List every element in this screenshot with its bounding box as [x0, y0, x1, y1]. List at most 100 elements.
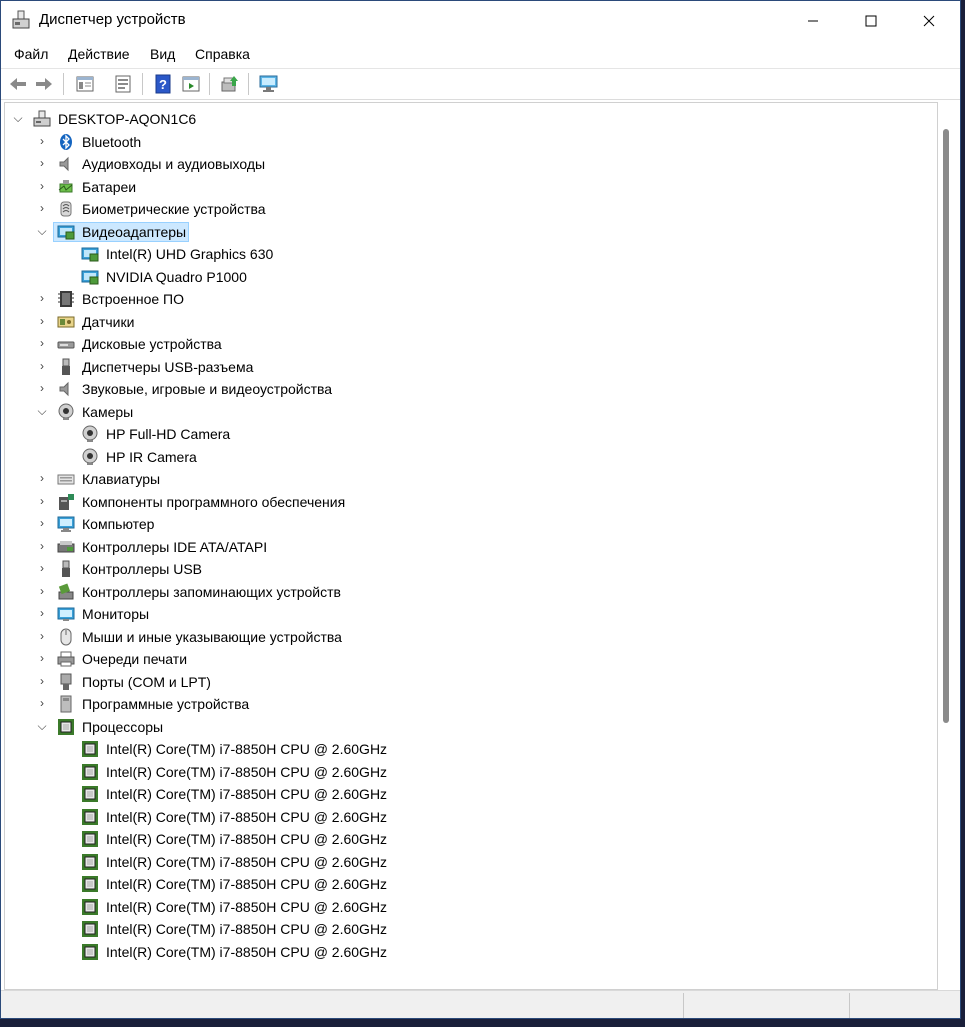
close-button[interactable]	[900, 1, 958, 40]
tree-item-label: Звуковые, игровые и видеоустройства	[82, 381, 333, 397]
tree-category[interactable]: › Очереди печати	[5, 648, 905, 670]
tree-root[interactable]: ⌵ DESKTOP-AQON1C6	[5, 108, 905, 130]
tree-category[interactable]: ⌵ Процессоры	[5, 716, 905, 738]
chevron-down-icon[interactable]: ⌵	[36, 404, 48, 418]
tree-device[interactable]: Intel(R) Core(TM) i7-8850H CPU @ 2.60GHz	[5, 941, 905, 963]
tree-category[interactable]: › Программные устройства	[5, 693, 905, 715]
chevron-right-icon[interactable]: ›	[36, 696, 48, 710]
tree-device[interactable]: Intel(R) Core(TM) i7-8850H CPU @ 2.60GHz	[5, 783, 905, 805]
tree-category[interactable]: › Аудиовходы и аудиовыходы	[5, 153, 905, 175]
tree-device[interactable]: Intel(R) Core(TM) i7-8850H CPU @ 2.60GHz	[5, 896, 905, 918]
device-manager-icon	[12, 10, 30, 29]
tree-category[interactable]: › Контроллеры запоминающих устройств	[5, 581, 905, 603]
show-hidden-icon[interactable]	[181, 74, 201, 94]
processor-icon	[82, 943, 98, 960]
maximize-button[interactable]	[842, 1, 900, 40]
chevron-right-icon[interactable]: ›	[36, 359, 48, 373]
tree-category[interactable]: › Диспетчеры USB-разъема	[5, 356, 905, 378]
tree-device[interactable]: HP IR Camera	[5, 446, 905, 468]
tree-category[interactable]: › Bluetooth	[5, 131, 905, 153]
tree-category[interactable]: › Порты (COM и LPT)	[5, 671, 905, 693]
chevron-right-icon[interactable]: ›	[36, 201, 48, 215]
tree-category[interactable]: › Встроенное ПО	[5, 288, 905, 310]
tree-category[interactable]: › Контроллеры IDE ATA/ATAPI	[5, 536, 905, 558]
processor-icon	[82, 898, 98, 915]
tree-category[interactable]: › Датчики	[5, 311, 905, 333]
device-tree[interactable]: ⌵ DESKTOP-AQON1C6 › Bluetooth › Аудиовходы …	[4, 102, 938, 990]
usb-icon	[62, 560, 70, 577]
menu-help[interactable]: Справка	[195, 46, 250, 62]
processor-icon	[82, 763, 98, 780]
scrollbar-thumb[interactable]	[943, 129, 949, 723]
scan-hardware-icon[interactable]	[259, 74, 279, 94]
chevron-right-icon[interactable]: ›	[36, 336, 48, 350]
tree-device[interactable]: Intel(R) Core(TM) i7-8850H CPU @ 2.60GHz	[5, 873, 905, 895]
menu-file[interactable]: Файл	[14, 46, 48, 62]
disk-icon	[57, 341, 75, 349]
device-properties-icon[interactable]	[113, 74, 133, 94]
tree-category[interactable]: › Звуковые, игровые и видеоустройства	[5, 378, 905, 400]
ide-controller-icon	[57, 540, 75, 552]
chevron-down-icon[interactable]: ⌵	[36, 719, 48, 733]
chevron-right-icon[interactable]: ›	[36, 674, 48, 688]
mouse-icon	[60, 628, 72, 645]
tree-category[interactable]: › Компоненты программного обеспечения	[5, 491, 905, 513]
tree-category[interactable]: › Биометрические устройства	[5, 198, 905, 220]
tree-category[interactable]: ⌵ Камеры	[5, 401, 905, 423]
chevron-right-icon[interactable]: ›	[36, 539, 48, 553]
tree-item-label: Аудиовходы и аудиовыходы	[82, 156, 266, 172]
chevron-right-icon[interactable]: ›	[36, 381, 48, 395]
usb-icon	[62, 358, 70, 375]
port-icon	[60, 673, 72, 690]
tree-device[interactable]: Intel(R) Core(TM) i7-8850H CPU @ 2.60GHz	[5, 761, 905, 783]
chevron-down-icon[interactable]: ⌵	[12, 111, 24, 125]
menu-action[interactable]: Действие	[68, 46, 130, 62]
tree-device[interactable]: Intel(R) UHD Graphics 630	[5, 243, 905, 265]
tree-item-label: Клавиатуры	[82, 471, 161, 487]
chevron-right-icon[interactable]: ›	[36, 291, 48, 305]
tree-category[interactable]: › Батареи	[5, 176, 905, 198]
tree-category[interactable]: › Компьютер	[5, 513, 905, 535]
tree-device[interactable]: Intel(R) Core(TM) i7-8850H CPU @ 2.60GHz	[5, 918, 905, 940]
tree-item-label: Компьютер	[82, 516, 155, 532]
chevron-right-icon[interactable]: ›	[36, 584, 48, 598]
chevron-down-icon[interactable]: ⌵	[36, 224, 48, 238]
chevron-right-icon[interactable]: ›	[36, 561, 48, 575]
update-driver-icon[interactable]	[220, 74, 240, 94]
help-icon[interactable]: ?	[153, 74, 173, 94]
properties-view-icon[interactable]	[75, 74, 95, 94]
back-icon[interactable]	[8, 74, 28, 94]
tree-category[interactable]: › Дисковые устройства	[5, 333, 905, 355]
tree-device[interactable]: Intel(R) Core(TM) i7-8850H CPU @ 2.60GHz	[5, 828, 905, 850]
tree-category[interactable]: › Мыши и иные указывающие устройства	[5, 626, 905, 648]
chevron-right-icon[interactable]: ›	[36, 494, 48, 508]
chevron-right-icon[interactable]: ›	[36, 516, 48, 530]
chevron-right-icon[interactable]: ›	[36, 651, 48, 665]
chevron-right-icon[interactable]: ›	[36, 471, 48, 485]
tree-device[interactable]: NVIDIA Quadro P1000	[5, 266, 905, 288]
chevron-right-icon[interactable]: ›	[36, 179, 48, 193]
menu-view[interactable]: Вид	[150, 46, 175, 62]
title-bar[interactable]: Диспетчер устройств	[1, 1, 960, 40]
tree-item-label: Контроллеры IDE ATA/ATAPI	[82, 538, 268, 555]
tree-category[interactable]: › Контроллеры USB	[5, 558, 905, 580]
tree-category[interactable]: › Клавиатуры	[5, 468, 905, 490]
forward-icon[interactable]	[34, 74, 54, 94]
tree-device[interactable]: Intel(R) Core(TM) i7-8850H CPU @ 2.60GHz	[5, 806, 905, 828]
chevron-right-icon[interactable]: ›	[36, 156, 48, 170]
chevron-right-icon[interactable]: ›	[36, 134, 48, 148]
tree-device[interactable]: Intel(R) Core(TM) i7-8850H CPU @ 2.60GHz	[5, 738, 905, 760]
firmware-icon	[58, 291, 74, 307]
tree-device[interactable]: HP Full-HD Camera	[5, 423, 905, 445]
tree-category[interactable]: › Мониторы	[5, 603, 905, 625]
chevron-right-icon[interactable]: ›	[36, 606, 48, 620]
processor-icon	[82, 786, 98, 802]
chevron-right-icon[interactable]: ›	[36, 314, 48, 328]
tree-item-label: Диспетчеры USB-разъема	[82, 358, 254, 375]
chevron-right-icon[interactable]: ›	[36, 629, 48, 643]
tree-category[interactable]: ⌵ Видеоадаптеры	[5, 221, 905, 243]
minimize-button[interactable]	[784, 1, 842, 40]
tree-device[interactable]: Intel(R) Core(TM) i7-8850H CPU @ 2.60GHz	[5, 851, 905, 873]
tree-item-label: Мониторы	[82, 606, 150, 622]
status-divider	[849, 993, 850, 1018]
